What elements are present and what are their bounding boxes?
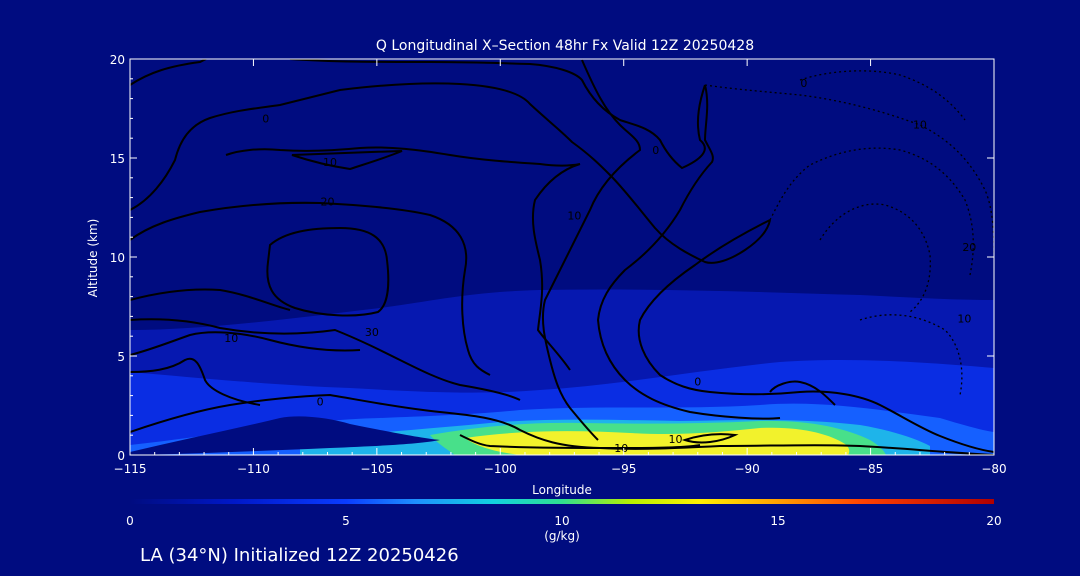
x-tick-label: −85 [858, 462, 883, 476]
contour-label: 10 [567, 209, 581, 222]
dotted-contour-mid [769, 147, 974, 276]
x-tick-label: −105 [360, 462, 393, 476]
x-tick-label: −100 [484, 462, 517, 476]
footer-caption: LA (34°N) Initialized 12Z 20250426 [140, 545, 459, 566]
colorbar-tick-label: 15 [770, 514, 785, 528]
contour-label: 20 [962, 241, 976, 254]
y-tick-label: 15 [110, 152, 125, 166]
contour-label: 10 [957, 312, 971, 325]
colorbar-ticks: 0 5 10 15 20 [126, 514, 1001, 528]
colorbar-tick-label: 0 [126, 514, 134, 528]
contour-label: 10 [669, 433, 683, 446]
y-tick-label: 0 [117, 449, 125, 463]
contour-label: 0 [694, 376, 701, 389]
contour-label: 30 [365, 326, 379, 339]
contour-40 [266, 226, 390, 317]
contour-label: 20 [320, 196, 334, 209]
colorbar [130, 499, 994, 504]
x-tick-label: −80 [981, 462, 1006, 476]
y-tick-label: 10 [110, 251, 125, 265]
contour-40-top [291, 150, 403, 171]
contour-10-outer [130, 82, 771, 264]
colorbar-tick-label: 10 [554, 514, 569, 528]
x-tick-label: −95 [611, 462, 636, 476]
plot-area: 0 10 20 10 30 0 10 0 10 10 0 10 20 10 0 [130, 59, 994, 455]
contour-label: 0 [262, 112, 269, 125]
colorbar-tick-label: 5 [342, 514, 350, 528]
dotted-contour-outer [704, 84, 994, 261]
x-tick-label: −115 [114, 462, 147, 476]
x-tick-label: −110 [237, 462, 270, 476]
y-tick-label: 5 [117, 350, 125, 364]
contour-label: 0 [652, 144, 659, 157]
contour-label: 10 [323, 156, 337, 169]
contour-label: 10 [913, 118, 927, 131]
colorbar-tick-label: 20 [986, 514, 1001, 528]
contour-label: 0 [317, 396, 324, 409]
contour-0-left [130, 59, 706, 170]
contour-label: 0 [800, 77, 807, 90]
x-axis-label: Longitude [532, 483, 592, 497]
colorbar-unit-label: (g/kg) [544, 529, 580, 543]
moisture-shading [130, 289, 994, 455]
y-tick-label: 20 [110, 53, 125, 67]
chart-canvas: Q Longitudinal X–Section 48hr Fx Valid 1… [86, 38, 1007, 566]
contour-label: 10 [224, 332, 238, 345]
contour-label: 10 [614, 442, 628, 455]
x-tick-label: −90 [734, 462, 759, 476]
y-axis-label: Altitude (km) [86, 219, 100, 298]
chart-title: Q Longitudinal X–Section 48hr Fx Valid 1… [376, 38, 754, 54]
